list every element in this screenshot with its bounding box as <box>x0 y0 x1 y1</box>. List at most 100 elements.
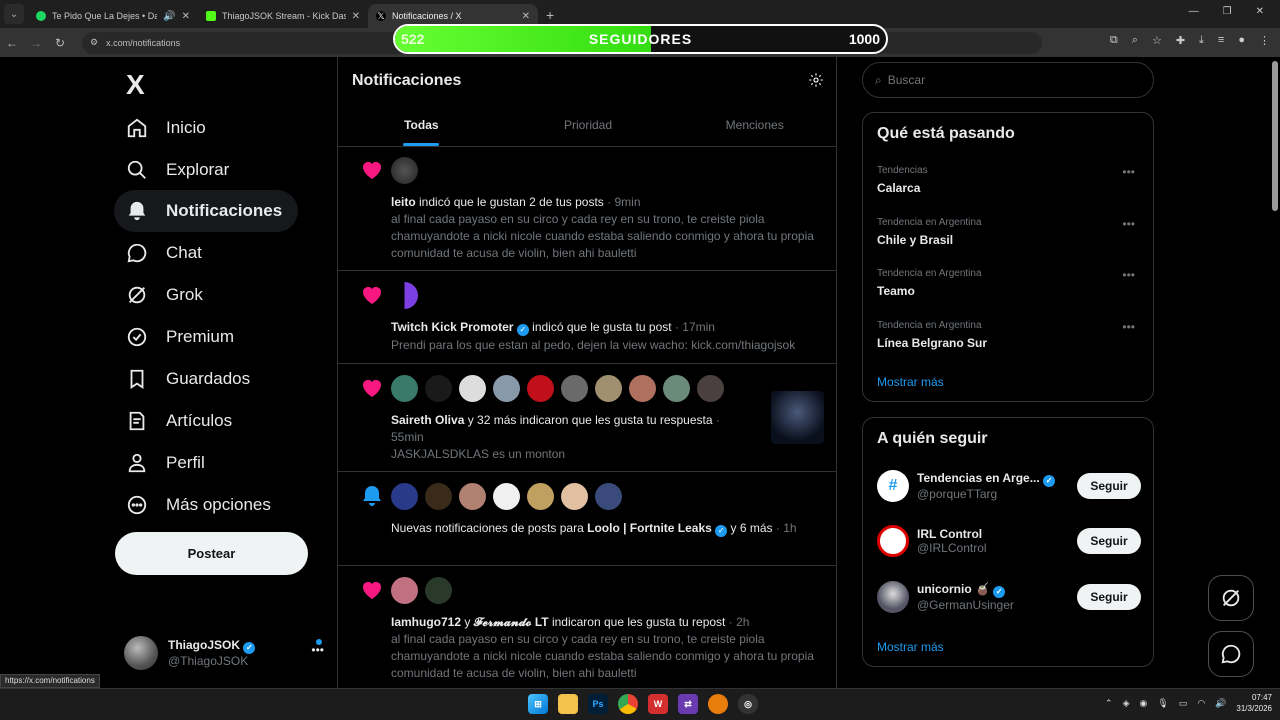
actor-name[interactable]: leito <box>391 195 416 209</box>
tab-menciones[interactable]: Menciones <box>671 103 836 146</box>
tab-search-button[interactable]: ⌄ <box>4 4 24 24</box>
page-scrollbar[interactable] <box>1272 61 1278 211</box>
wps-icon[interactable]: W <box>648 694 668 714</box>
more-dots-icon[interactable]: ••• <box>1122 320 1135 334</box>
network-icon[interactable]: ▭ <box>1179 698 1188 709</box>
photoshop-icon[interactable]: Ps <box>588 694 608 714</box>
follow-button[interactable]: Seguir <box>1077 584 1141 610</box>
avatar[interactable] <box>391 577 418 604</box>
browser-tab-music[interactable]: Te Pido Que La Dejes • Dam 🔊 ✕ <box>28 4 198 28</box>
notification-item[interactable]: Iamhugo712 y 𝓕𝓮𝓻𝓶𝓪𝓷𝓭𝓸 LT indicaron que l… <box>338 566 836 688</box>
trend-item[interactable]: Tendencia en Argentina Teamo ••• <box>877 268 1141 298</box>
suggested-account[interactable]: IRL Control @IRLControl Seguir <box>877 521 1141 561</box>
avatar[interactable] <box>459 375 486 402</box>
maximize-icon[interactable]: ❐ <box>1223 6 1232 17</box>
close-tab-icon[interactable]: ✕ <box>352 11 360 22</box>
avatar[interactable] <box>493 375 520 402</box>
file-explorer-icon[interactable] <box>558 694 578 714</box>
avatar[interactable] <box>595 375 622 402</box>
clock[interactable]: 07:47 31/3/2026 <box>1236 692 1272 714</box>
zoom-icon[interactable]: ⌕ <box>1132 34 1138 47</box>
actor-name[interactable]: Saireth Oliva <box>391 413 464 427</box>
chrome-icon[interactable] <box>618 694 638 714</box>
avatar[interactable] <box>391 483 418 510</box>
show-more-link[interactable]: Mostrar más <box>877 375 944 389</box>
sidebar-item-perfil[interactable]: Perfil <box>114 442 217 484</box>
browser-tab-kick[interactable]: ThiagoJSOK Stream - Kick Dash ✕ <box>198 4 368 28</box>
bookmark-star-icon[interactable]: ☆ <box>1152 34 1162 47</box>
notification-item[interactable]: Nuevas notificaciones de posts para Lool… <box>338 472 836 566</box>
more-dots-icon[interactable]: ••• <box>1122 217 1135 231</box>
security-icon[interactable]: ◈ <box>1123 698 1130 709</box>
actor-name[interactable]: Loolo | Fortnite Leaks <box>587 521 712 535</box>
avatar[interactable] <box>595 483 622 510</box>
avatar[interactable] <box>527 483 554 510</box>
avatar[interactable] <box>391 157 418 184</box>
new-tab-button[interactable]: + <box>546 7 554 23</box>
chevron-up-icon[interactable]: ⌃ <box>1105 698 1113 709</box>
follow-button[interactable]: Seguir <box>1077 528 1141 554</box>
show-more-link[interactable]: Mostrar más <box>877 640 944 654</box>
cast-icon[interactable]: ⧉ <box>1110 34 1118 47</box>
avatar[interactable] <box>527 375 554 402</box>
trend-item[interactable]: Tendencia en Argentina Línea Belgrano Su… <box>877 320 1141 350</box>
sidebar-item-explorar[interactable]: Explorar <box>114 149 241 191</box>
avatar[interactable] <box>425 483 452 510</box>
windows-start-icon[interactable]: ⊞ <box>528 694 548 714</box>
sidebar-item-grok[interactable]: Grok <box>114 274 215 316</box>
messages-fab[interactable] <box>1208 631 1254 677</box>
trend-item[interactable]: Tendencias Calarca ••• <box>877 165 1141 195</box>
search-box[interactable]: ⌕ <box>862 62 1154 98</box>
avatar[interactable] <box>697 375 724 402</box>
reload-icon[interactable]: ↻ <box>48 36 72 50</box>
microphone-icon[interactable]: 🎙 <box>1157 698 1168 709</box>
notification-item[interactable]: leito indicó que le gustan 2 de tus post… <box>338 148 836 271</box>
sidebar-item-notificaciones[interactable]: Notificaciones <box>114 190 298 232</box>
more-dots-icon[interactable]: ••• <box>1122 268 1135 282</box>
more-dots-icon[interactable]: ••• <box>311 643 324 657</box>
more-dots-icon[interactable]: ••• <box>1122 165 1135 179</box>
sidebar-item-inicio[interactable]: Inicio <box>114 107 218 149</box>
close-tab-icon[interactable]: ✕ <box>522 11 530 22</box>
extensions-icon[interactable]: ✚ <box>1176 34 1185 47</box>
follow-button[interactable]: Seguir <box>1077 473 1141 499</box>
obs-icon[interactable]: ◎ <box>738 694 758 714</box>
settings-gear-icon[interactable] <box>808 72 824 88</box>
search-input[interactable] <box>887 73 1128 87</box>
reading-list-icon[interactable]: ≡ <box>1218 34 1224 47</box>
sidebar-item-premium[interactable]: Premium <box>114 316 246 358</box>
avatar[interactable] <box>459 483 486 510</box>
avatar[interactable] <box>663 375 690 402</box>
actor-name-2[interactable]: 𝓕𝓮𝓻𝓶𝓪𝓷𝓭𝓸 LT <box>474 615 549 629</box>
avatar[interactable] <box>561 375 588 402</box>
avatar[interactable] <box>425 577 452 604</box>
notification-item[interactable]: Twitch Kick Promoter ✓ indicó que le gus… <box>338 271 836 364</box>
avatar[interactable] <box>561 483 588 510</box>
suggested-account[interactable]: # Tendencias en Arge... ✓ @porqueTTarg S… <box>877 466 1141 506</box>
forward-icon[interactable]: → <box>24 36 48 50</box>
actor-name[interactable]: Twitch Kick Promoter <box>391 320 513 334</box>
wifi-icon[interactable]: ◠ <box>1197 698 1205 709</box>
trend-item[interactable]: Tendencia en Argentina Chile y Brasil ••… <box>877 217 1141 247</box>
avatar[interactable] <box>629 375 656 402</box>
sidebar-item-mas-opciones[interactable]: Más opciones <box>114 484 283 526</box>
x-logo-icon[interactable]: X <box>126 69 145 101</box>
back-icon[interactable]: ← <box>0 36 24 50</box>
minimize-icon[interactable]: — <box>1189 6 1199 17</box>
grok-fab[interactable] <box>1208 575 1254 621</box>
close-window-icon[interactable]: ✕ <box>1256 6 1264 17</box>
sidebar-item-articulos[interactable]: Artículos <box>114 400 244 442</box>
site-info-icon[interactable]: ⚙ <box>90 37 98 48</box>
sidebar-item-chat[interactable]: Chat <box>114 232 214 274</box>
suggested-account[interactable]: unicornio 🧉 ✓ @GermanUsinger Seguir <box>877 577 1141 617</box>
blender-icon[interactable] <box>708 694 728 714</box>
sidebar-item-guardados[interactable]: Guardados <box>114 358 262 400</box>
avatar[interactable] <box>391 282 418 309</box>
tab-todas[interactable]: Todas <box>338 103 505 146</box>
avatar[interactable] <box>391 375 418 402</box>
tab-prioridad[interactable]: Prioridad <box>505 103 672 146</box>
game-launcher-icon[interactable]: ⇄ <box>678 694 698 714</box>
avatar[interactable] <box>425 375 452 402</box>
avatar[interactable] <box>493 483 520 510</box>
steam-icon[interactable]: ◉ <box>1140 698 1148 709</box>
